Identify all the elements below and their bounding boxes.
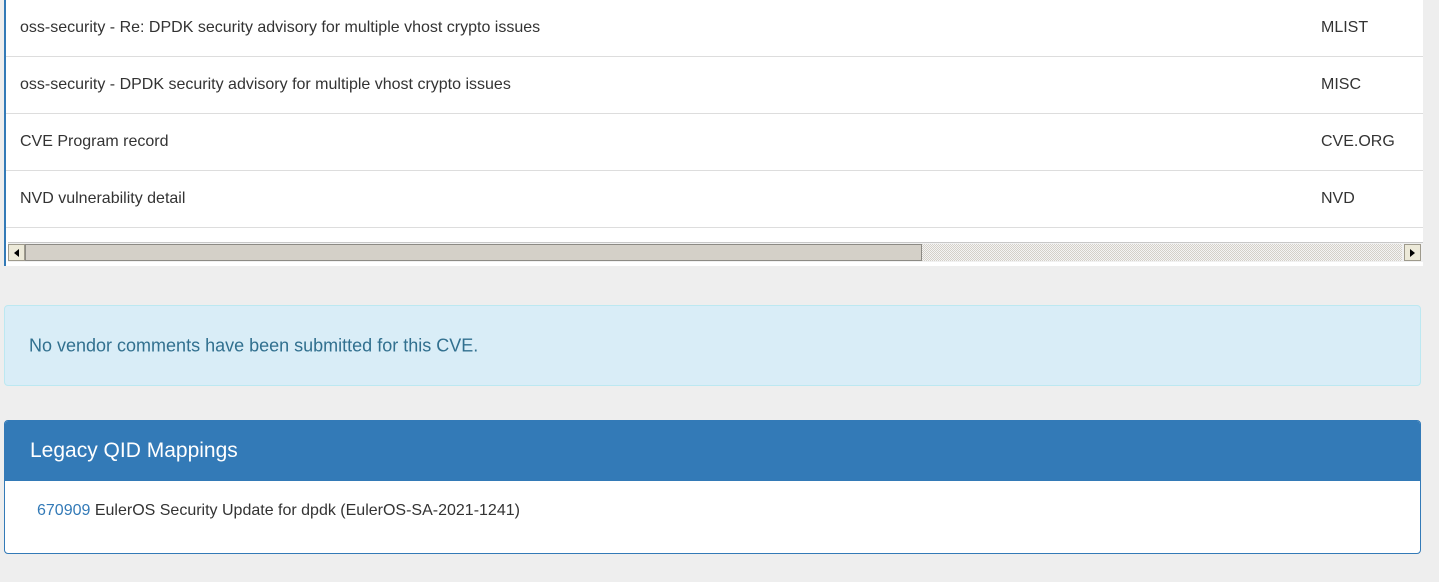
references-panel: oss-security - Re: DPDK security advisor… [4, 0, 1423, 266]
vendor-comments-message: No vendor comments have been submitted f… [29, 335, 479, 356]
qid-title: EulerOS Security Update for dpdk (EulerO… [94, 502, 520, 519]
legacy-qid-panel: Legacy QID Mappings 670909 EulerOS Secur… [4, 420, 1421, 554]
vendor-comments-alert: No vendor comments have been submitted f… [4, 305, 1421, 386]
scroll-left-button[interactable] [8, 244, 25, 261]
list-item: 670909 EulerOS Security Update for dpdk … [37, 502, 520, 520]
table-row: oss-security - Re: DPDK security advisor… [6, 0, 1423, 57]
reference-name[interactable]: oss-security - Re: DPDK security advisor… [20, 19, 540, 37]
references-table: oss-security - Re: DPDK security advisor… [6, 0, 1423, 228]
panel-body: 670909 EulerOS Security Update for dpdk … [5, 481, 1420, 553]
panel-heading: Legacy QID Mappings [5, 421, 1420, 481]
chevron-right-icon [1410, 248, 1415, 257]
table-row: NVD vulnerability detail NVD [6, 171, 1423, 228]
reference-source: MISC [1321, 76, 1361, 93]
reference-name[interactable]: oss-security - DPDK security advisory fo… [20, 76, 511, 94]
reference-name[interactable]: NVD vulnerability detail [20, 190, 185, 208]
scrollbar-thumb[interactable] [25, 244, 922, 261]
reference-name[interactable]: CVE Program record [20, 133, 169, 151]
chevron-left-icon [14, 248, 19, 257]
table-row: oss-security - DPDK security advisory fo… [6, 57, 1423, 114]
scroll-right-button[interactable] [1404, 244, 1421, 261]
panel-title: Legacy QID Mappings [30, 439, 238, 462]
reference-source: CVE.ORG [1321, 133, 1395, 150]
reference-source: MLIST [1321, 19, 1369, 36]
horizontal-scrollbar[interactable] [8, 242, 1423, 262]
page: oss-security - Re: DPDK security advisor… [0, 0, 1439, 582]
table-row: CVE Program record CVE.ORG [6, 114, 1423, 171]
qid-link[interactable]: 670909 [37, 502, 90, 519]
reference-source: NVD [1321, 190, 1355, 207]
